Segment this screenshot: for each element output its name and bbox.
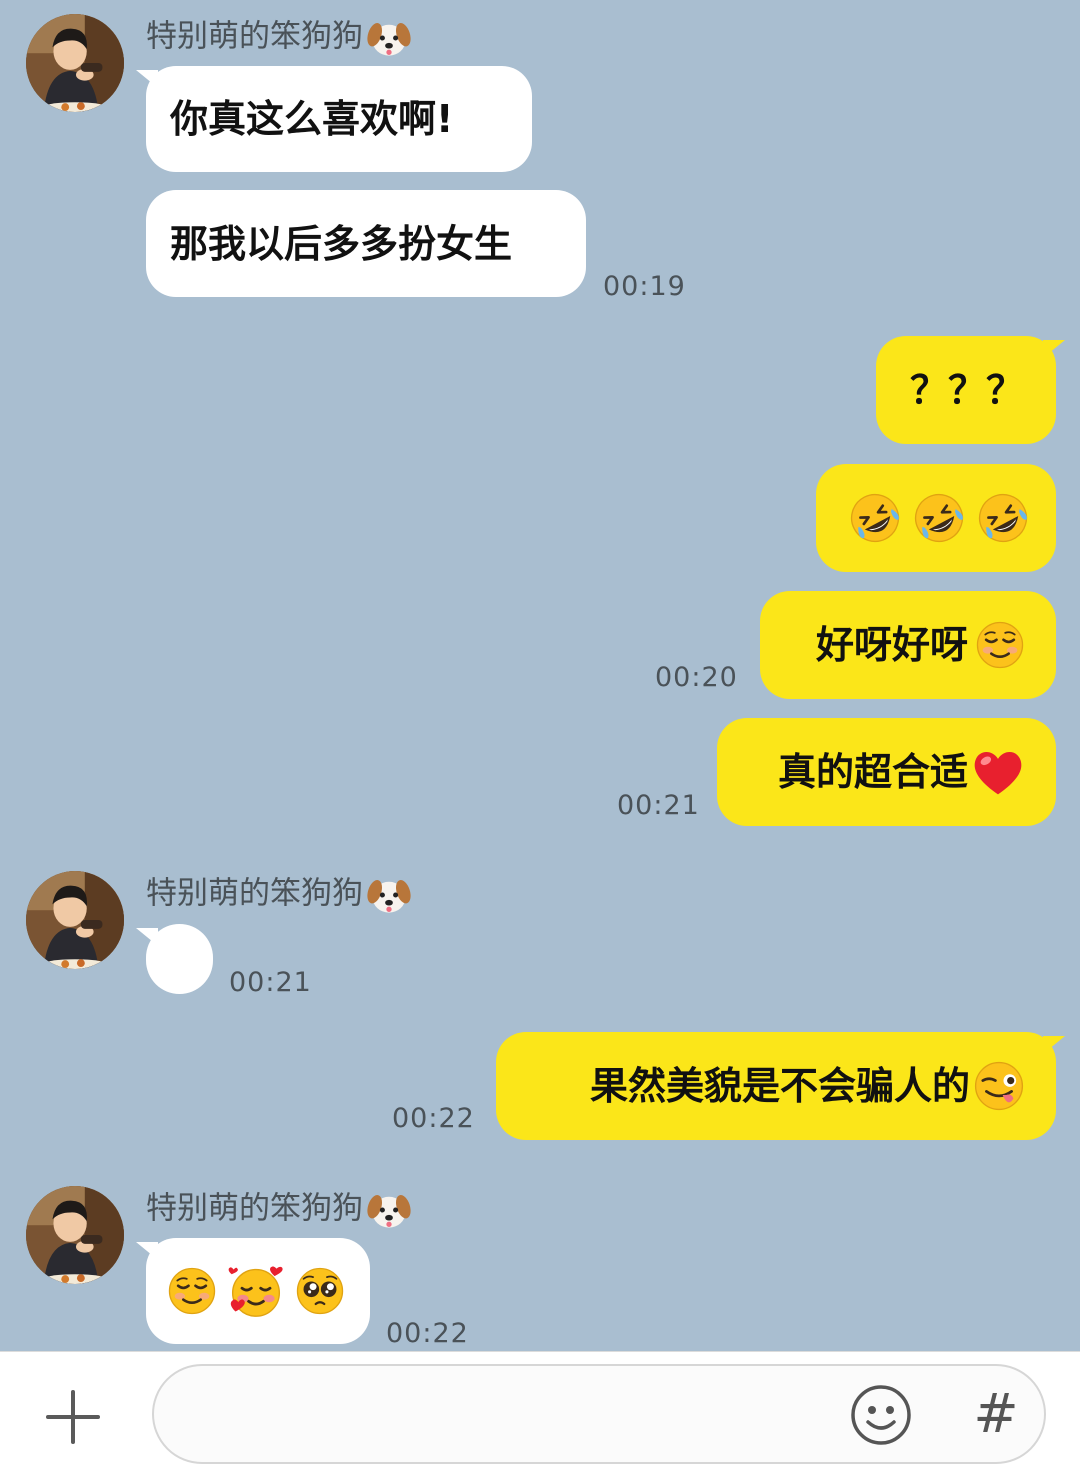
- message-input-field[interactable]: #: [152, 1364, 1046, 1464]
- emoji-row: [848, 491, 1030, 545]
- message-timestamp: 00:22: [386, 1318, 469, 1349]
- contact-name-text: 特别萌的笨狗狗: [146, 18, 363, 55]
- rolling-on-floor-laughing-icon: [848, 491, 902, 545]
- contact-avatar[interactable]: [26, 1186, 124, 1284]
- message-text: 你真这么喜欢啊!: [170, 97, 454, 141]
- pleading-face-icon: [294, 1265, 346, 1317]
- contact-avatar[interactable]: [26, 14, 124, 112]
- hashtag-button[interactable]: #: [966, 1382, 1026, 1446]
- contact-avatar[interactable]: [26, 871, 124, 969]
- message-timestamp: 00:21: [617, 790, 700, 821]
- message-input[interactable]: [184, 1386, 828, 1448]
- message-bubble-outgoing[interactable]: 好呀好呀: [760, 591, 1056, 699]
- message-bubble-incoming[interactable]: 那我以后多多扮女生: [146, 190, 586, 297]
- message-timestamp: 00:22: [392, 1103, 475, 1134]
- message-bubble-incoming[interactable]: [146, 1238, 370, 1344]
- emoji-row: [166, 1263, 346, 1319]
- message-text: 真的超合适: [777, 750, 968, 794]
- message-bubble-incoming-blank[interactable]: [146, 924, 213, 994]
- message-bubble-outgoing[interactable]: 果然美貌是不会骗人的: [496, 1032, 1056, 1140]
- message-text: 那我以后多多扮女生: [170, 221, 513, 266]
- message-text: 好呀好呀: [815, 623, 968, 667]
- smiley-icon[interactable]: [850, 1384, 912, 1446]
- message-bubble-outgoing[interactable]: 真的超合适: [717, 718, 1056, 826]
- plus-icon[interactable]: [44, 1388, 102, 1446]
- message-timestamp: 00:19: [603, 271, 686, 302]
- message-timestamp: 00:21: [229, 967, 312, 998]
- contact-name: 特别萌的笨狗狗: [146, 16, 411, 60]
- contact-name: 特别萌的笨狗狗: [146, 873, 411, 917]
- message-input-bar: #: [0, 1351, 1080, 1474]
- rolling-on-floor-laughing-icon: [912, 491, 966, 545]
- message-text: 果然美貌是不会骗人的: [589, 1064, 970, 1108]
- message-bubble-outgoing[interactable]: ？？？: [876, 336, 1056, 444]
- winking-tongue-face-icon: [972, 1059, 1026, 1113]
- dog-face-icon: [367, 873, 411, 917]
- smiling-face-with-hearts-icon: [228, 1263, 284, 1319]
- message-bubble-incoming[interactable]: 你真这么喜欢啊!: [146, 66, 532, 172]
- smiling-face-icon: [166, 1265, 218, 1317]
- dog-face-icon: [367, 1188, 411, 1232]
- message-text: ？？？: [909, 368, 1024, 412]
- contact-name-text: 特别萌的笨狗狗: [146, 1190, 363, 1227]
- message-bubble-outgoing[interactable]: [816, 464, 1056, 572]
- dog-face-icon: [367, 16, 411, 60]
- contact-name-text: 特别萌的笨狗狗: [146, 875, 363, 912]
- message-timestamp: 00:20: [655, 662, 738, 693]
- rolling-on-floor-laughing-icon: [976, 491, 1030, 545]
- contact-name: 特别萌的笨狗狗: [146, 1188, 411, 1232]
- smiling-face-icon: [974, 619, 1026, 671]
- red-heart-icon: [970, 744, 1026, 800]
